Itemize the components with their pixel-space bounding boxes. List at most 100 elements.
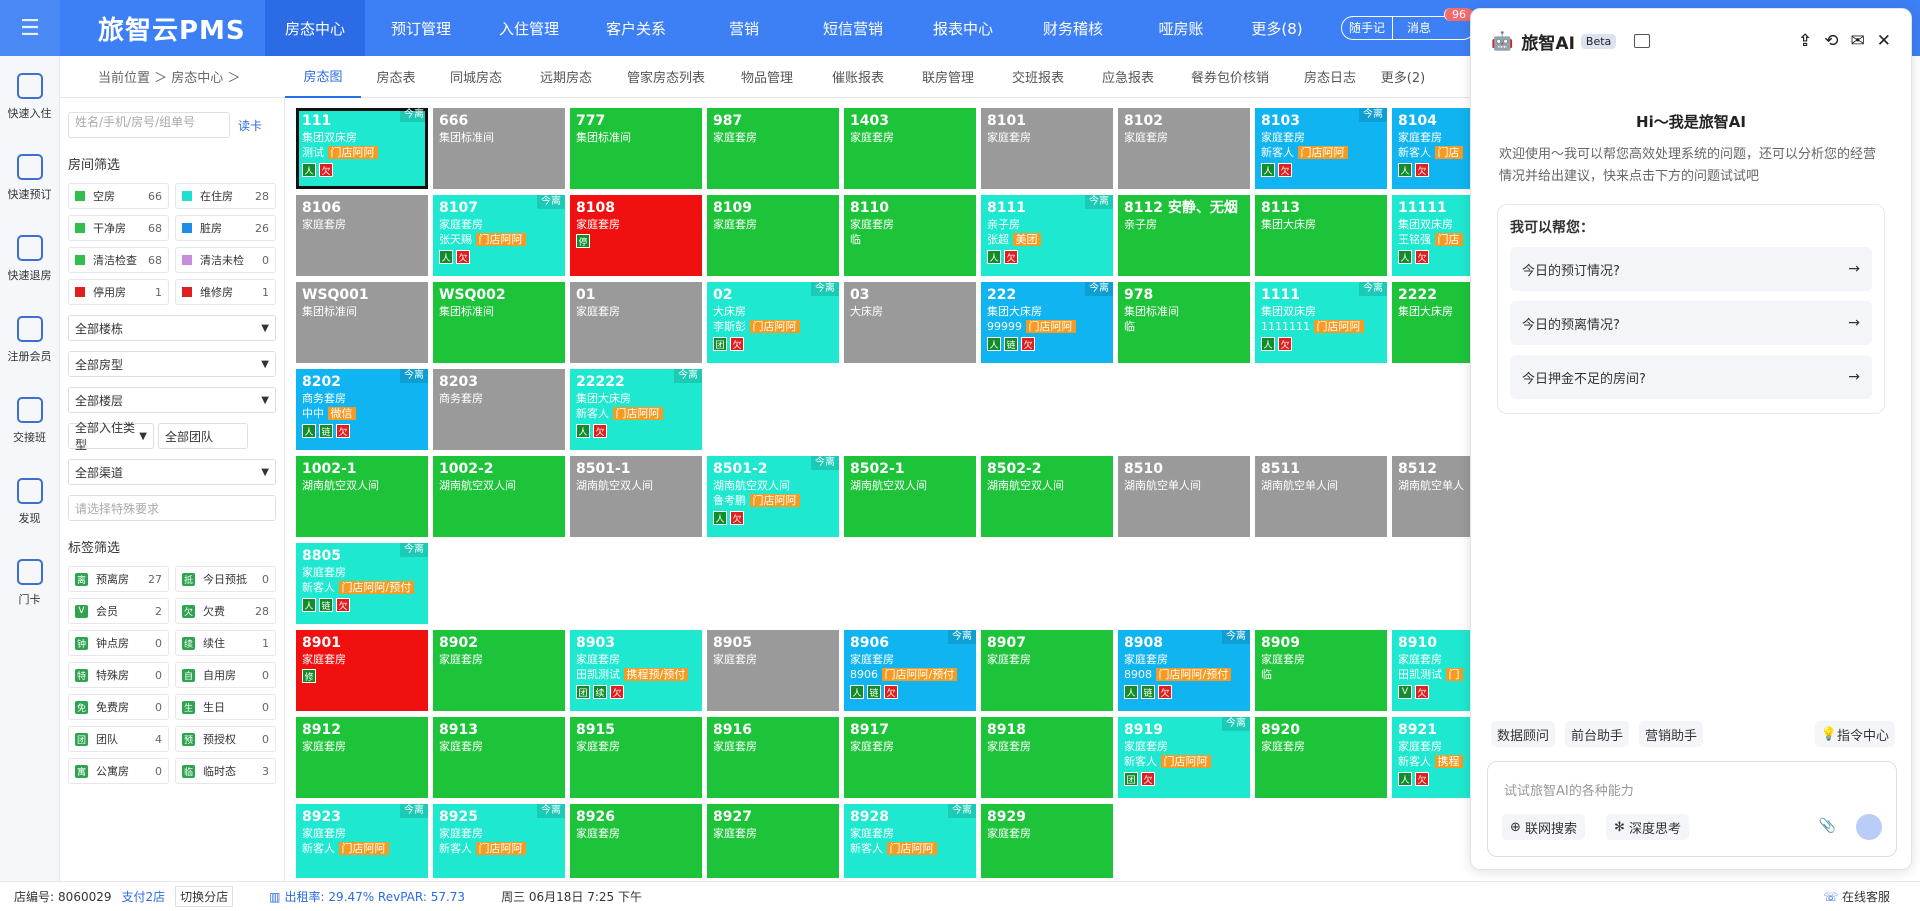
room-card[interactable]: 8926 家庭套房: [570, 804, 702, 878]
room-card[interactable]: 8102 家庭套房: [1118, 108, 1250, 189]
tab-9[interactable]: 应急报表: [1083, 56, 1173, 98]
room-card[interactable]: 1002-1 湖南航空双人间: [296, 456, 428, 537]
room-card[interactable]: 987 家庭套房: [707, 108, 839, 189]
tab-11[interactable]: 房态日志: [1287, 56, 1373, 98]
left-nav-item-2[interactable]: 快速退房: [0, 218, 59, 299]
room-card[interactable]: 8512 湖南航空单人: [1392, 456, 1470, 537]
room-card[interactable]: 1111 集团双床房 1111111 门店阿阿 今离人欠: [1255, 282, 1387, 363]
room-card[interactable]: 222 集团大床房 99999 门店阿阿 今离人链欠: [981, 282, 1113, 363]
room-card[interactable]: 8921家庭套房新客人 携程今离人欠: [1392, 717, 1470, 798]
tab-0[interactable]: 房态图: [285, 56, 361, 98]
nav-item-7[interactable]: 财务稽核: [1017, 0, 1129, 56]
room-card[interactable]: 8111 亲子房 张超 美团 今离人欠: [981, 195, 1113, 276]
left-nav-item-4[interactable]: 交接班: [0, 380, 59, 461]
tag-filter-chip[interactable]: V 会员 2: [68, 598, 169, 624]
room-card[interactable]: 1403 家庭套房: [844, 108, 976, 189]
tag-filter-chip[interactable]: 离预离房 27: [68, 566, 169, 592]
room-card[interactable]: 8109 家庭套房: [707, 195, 839, 276]
search-input[interactable]: 姓名/手机/房号/组单号: [68, 112, 230, 138]
room-card[interactable]: 8908 家庭套房 8908 门店阿阿/预付 今离人链欠: [1118, 630, 1250, 711]
tab-1[interactable]: 房态表: [361, 56, 431, 98]
tag-filter-chip[interactable]: 寓公寓房 0: [68, 758, 169, 784]
room-card[interactable]: WSQ001 集团标准间: [296, 282, 428, 363]
left-nav-item-5[interactable]: 发现: [0, 461, 59, 542]
send-button[interactable]: [1856, 814, 1882, 840]
room-card[interactable]: 8928 家庭套房 新客人 门店阿阿 今离: [844, 804, 976, 878]
tag-filter-chip[interactable]: 免免费房 0: [68, 694, 169, 720]
question-item[interactable]: 今日的预订情况? →: [1510, 247, 1872, 291]
room-card[interactable]: 8902 家庭套房: [433, 630, 565, 711]
room-card[interactable]: 8107 家庭套房 张天赐 门店阿阿 今离人欠: [433, 195, 565, 276]
room-card[interactable]: 111 集团双床房 测试 门店阿阿 今离人欠: [296, 108, 428, 189]
tab-8[interactable]: 交班报表: [993, 56, 1083, 98]
nav-item-8[interactable]: 哑房账: [1129, 0, 1233, 56]
special-request-select[interactable]: 请选择特殊要求: [68, 495, 276, 521]
status-filter-chip[interactable]: 清洁未检 0: [175, 247, 276, 273]
nav-item-5[interactable]: 短信营销: [797, 0, 909, 56]
tag-filter-chip[interactable]: 抵今日预抵 0: [175, 566, 276, 592]
status-filter-chip[interactable]: 在住房 28: [175, 183, 276, 209]
room-card[interactable]: 8511 湖南航空单人间: [1255, 456, 1387, 537]
status-filter-chip[interactable]: 脏房 26: [175, 215, 276, 241]
room-card[interactable]: 777 集团标准间: [570, 108, 702, 189]
room-card[interactable]: 8101 家庭套房: [981, 108, 1113, 189]
question-item[interactable]: 今日的预离情况? →: [1510, 301, 1872, 345]
room-card[interactable]: 8106 家庭套房: [296, 195, 428, 276]
tab-5[interactable]: 物品管理: [721, 56, 813, 98]
room-card[interactable]: 8510 湖南航空单人间: [1118, 456, 1250, 537]
room-card[interactable]: 8919 家庭套房 新客人 门店阿阿 今离团欠: [1118, 717, 1250, 798]
tab-6[interactable]: 催账报表: [813, 56, 903, 98]
nav-item-1[interactable]: 预订管理: [365, 0, 477, 56]
room-card[interactable]: 8916 家庭套房: [707, 717, 839, 798]
nav-item-0[interactable]: 房态中心: [265, 0, 365, 56]
attachment-icon[interactable]: 📎: [1819, 818, 1836, 834]
tag-filter-chip[interactable]: 欠欠费 28: [175, 598, 276, 624]
team-select[interactable]: 全部团队: [158, 423, 248, 449]
filter-select-1[interactable]: 全部房型 ▼: [68, 351, 276, 377]
room-card[interactable]: 11111集团双床房王铭强 门店今离人欠: [1392, 195, 1470, 276]
room-card[interactable]: 8905 家庭套房: [707, 630, 839, 711]
left-nav-item-0[interactable]: 快速入住: [0, 56, 59, 137]
online-service-button[interactable]: ☏ 在线客服: [1823, 888, 1890, 905]
tab-3[interactable]: 远期房态: [521, 56, 611, 98]
tag-filter-chip[interactable]: 特特殊房 0: [68, 662, 169, 688]
room-card[interactable]: 8918 家庭套房: [981, 717, 1113, 798]
room-card[interactable]: 02 大床房 李斯彭 门店阿阿 今离团欠: [707, 282, 839, 363]
room-card[interactable]: 8103 家庭套房 新客人 门店阿阿 今离人欠: [1255, 108, 1387, 189]
left-nav-item-1[interactable]: 快速预订: [0, 137, 59, 218]
room-card[interactable]: 8906 家庭套房 8906 门店阿阿/预付 今离人链欠: [844, 630, 976, 711]
room-card[interactable]: 978 集团标准间临: [1118, 282, 1250, 363]
tab-7[interactable]: 联房管理: [903, 56, 993, 98]
room-card[interactable]: 8915 家庭套房: [570, 717, 702, 798]
tag-filter-chip[interactable]: 预预授权 0: [175, 726, 276, 752]
filter-select-2[interactable]: 全部楼层 ▼: [68, 387, 276, 413]
switch-branch-button[interactable]: 切换分店: [175, 886, 234, 907]
room-card[interactable]: 8501-2 湖南航空双人间 鲁考鹏 门店阿阿 今离人欠: [707, 456, 839, 537]
room-card[interactable]: WSQ002 集团标准间: [433, 282, 565, 363]
tag-filter-chip[interactable]: 团团队 4: [68, 726, 169, 752]
room-card[interactable]: 8913 家庭套房: [433, 717, 565, 798]
ai-tool-button[interactable]: 营销助手: [1639, 721, 1704, 747]
tag-filter-chip[interactable]: 生生日 0: [175, 694, 276, 720]
tab-12[interactable]: 更多(2): [1373, 56, 1433, 98]
room-card[interactable]: 8903 家庭套房 田凯测试 携程预/预付团续欠: [570, 630, 702, 711]
notes-button[interactable]: 随手记: [1342, 17, 1392, 39]
room-card[interactable]: 8112 安静、无烟 亲子房: [1118, 195, 1250, 276]
tab-2[interactable]: 同城房态: [431, 56, 521, 98]
room-card[interactable]: 8805 家庭套房 新客人 门店阿阿/预付 今离人链欠: [296, 543, 428, 624]
tag-filter-chip[interactable]: 钟钟点房 0: [68, 630, 169, 656]
tab-4[interactable]: 管家房态列表: [611, 56, 721, 98]
status-filter-chip[interactable]: 清洁检查 68: [68, 247, 169, 273]
close-icon[interactable]: ✕: [1877, 31, 1891, 51]
layout-icon[interactable]: [1634, 34, 1651, 48]
room-card[interactable]: 1002-2 湖南航空双人间: [433, 456, 565, 537]
nav-item-4[interactable]: 营销: [691, 0, 797, 56]
history-icon[interactable]: ⟲: [1824, 31, 1838, 51]
room-card[interactable]: 8929 家庭套房: [981, 804, 1113, 878]
room-card[interactable]: 8203 商务套房: [433, 369, 565, 450]
nav-item-3[interactable]: 客户关系: [581, 0, 691, 56]
room-card[interactable]: 8925 家庭套房 新客人 门店阿阿 今离: [433, 804, 565, 878]
web-search-button[interactable]: ⊕ 联网搜索: [1502, 814, 1586, 840]
mail-icon[interactable]: ✉: [1851, 31, 1865, 51]
ai-tool-button[interactable]: 前台助手: [1565, 721, 1630, 747]
